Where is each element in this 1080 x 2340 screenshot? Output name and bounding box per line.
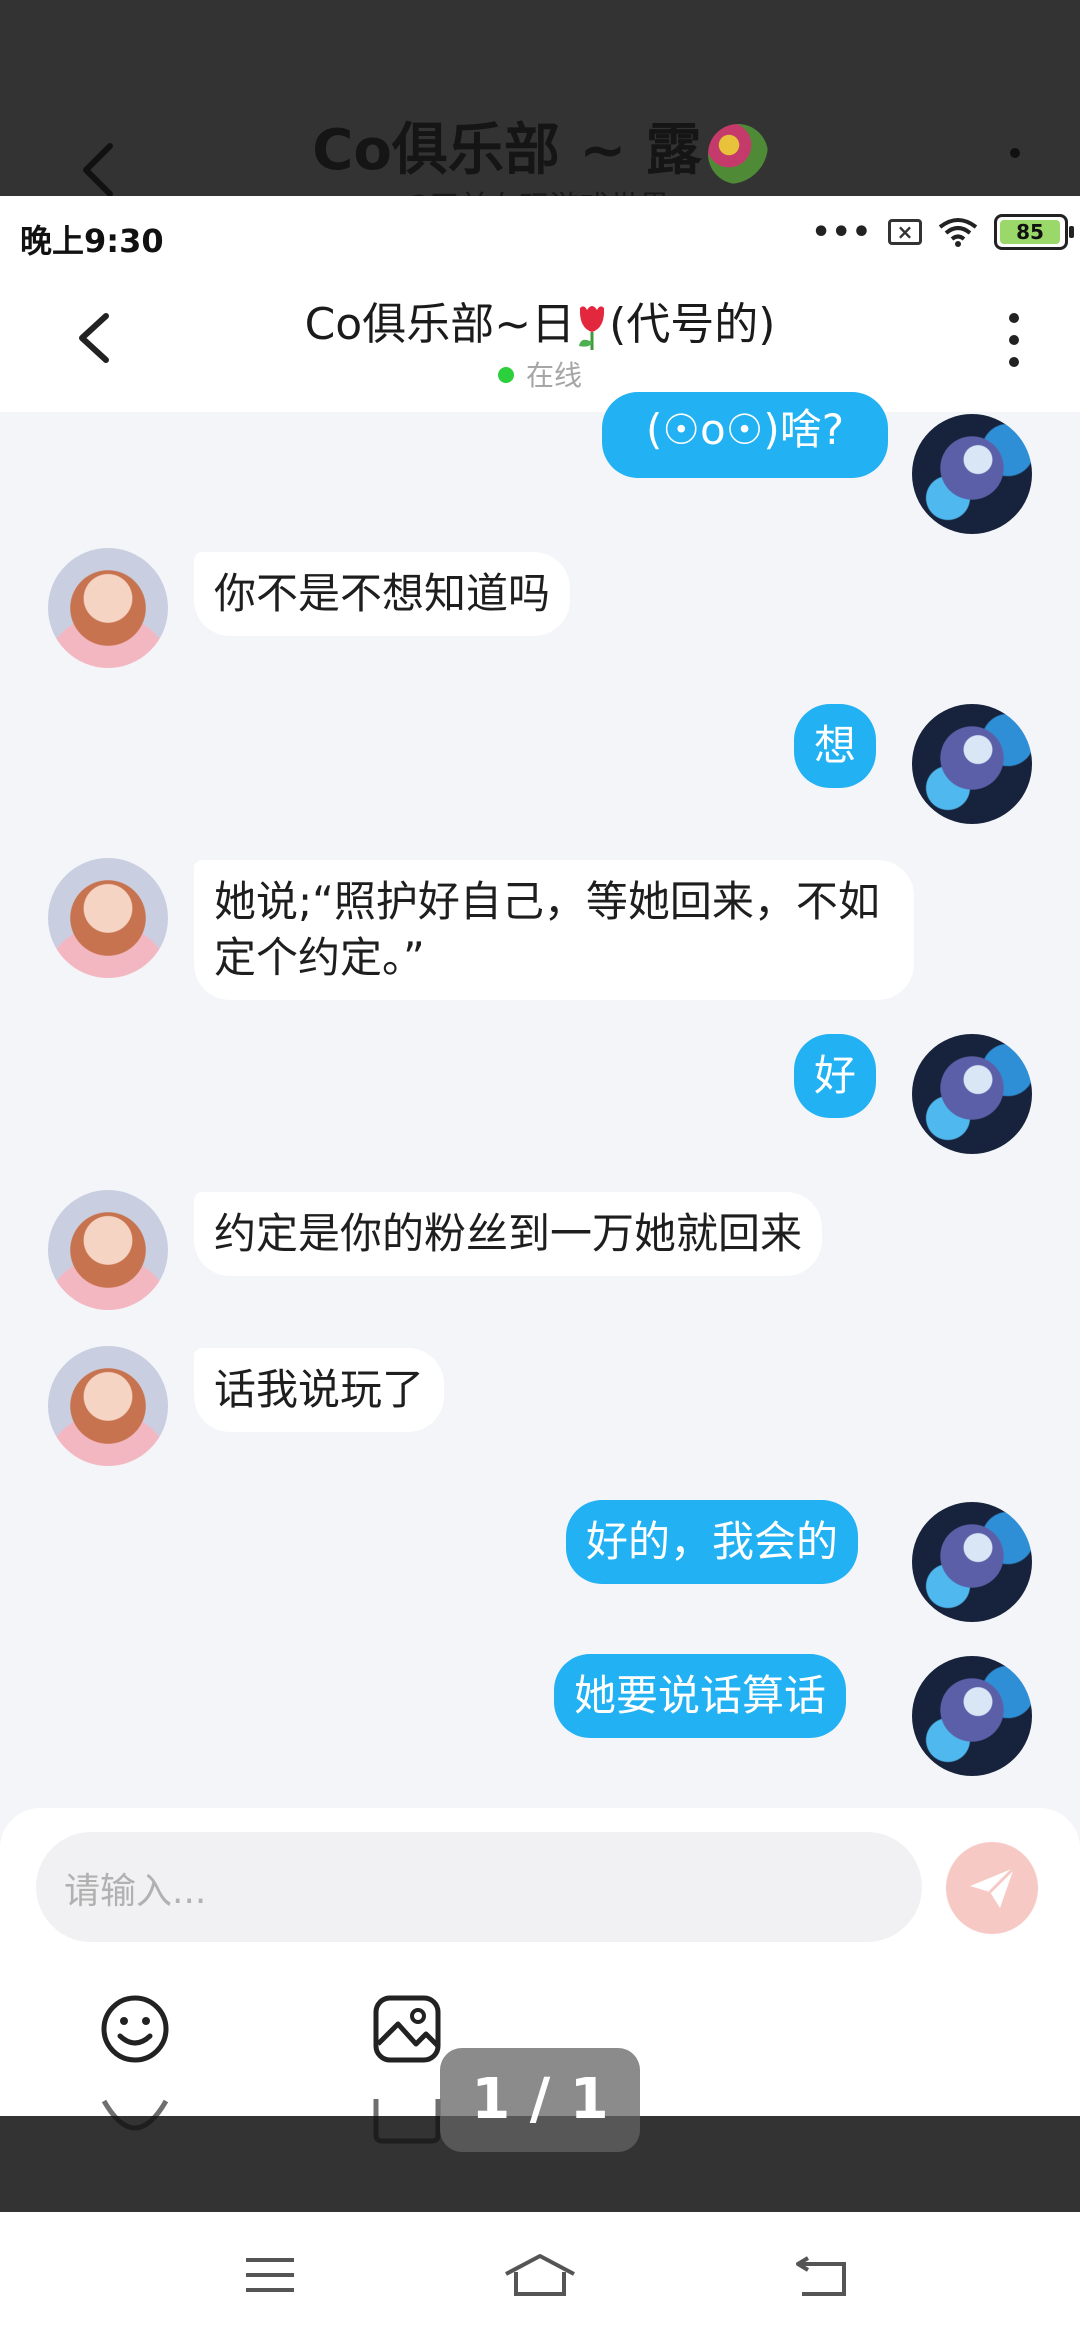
flower-emoji-icon [707, 123, 768, 184]
tulip-emoji-icon [579, 306, 605, 350]
message-bubble-incoming[interactable]: 约定是你的粉丝到一万她就回来 [194, 1192, 823, 1276]
background-subtitle: 2天前在玩游戏世界 [0, 182, 1080, 196]
send-button[interactable] [946, 1842, 1038, 1934]
no-sim-icon: × [888, 219, 922, 245]
message-bubble-outgoing[interactable]: 想 [794, 704, 877, 788]
message-input[interactable]: 请输入... [36, 1832, 922, 1942]
message-bubble-incoming[interactable]: 你不是不想知道吗 [194, 552, 571, 636]
background-emoji-icon [101, 2099, 169, 2131]
battery-icon: 85 [994, 214, 1074, 250]
contact-avatar[interactable] [48, 548, 168, 668]
status-icons: ••• × 85 [811, 210, 1074, 254]
status-bar: 晚上9:30 ••• × 85 [0, 196, 1080, 268]
message-bubble-outgoing[interactable]: (☉o☉)啥? [602, 392, 888, 478]
back-nav-icon[interactable] [792, 2250, 852, 2300]
my-avatar[interactable] [912, 1656, 1032, 1776]
home-nav-icon[interactable] [500, 2250, 580, 2300]
background-title: Co俱乐部 ~ 露 [0, 105, 1080, 186]
system-navigation-bar [0, 2212, 1080, 2340]
image-icon[interactable] [372, 1994, 442, 2064]
battery-level: 85 [1000, 220, 1060, 244]
my-avatar[interactable] [912, 1034, 1032, 1154]
my-avatar[interactable] [912, 1502, 1032, 1622]
message-bubble-outgoing[interactable]: 她要说话算话 [554, 1654, 847, 1738]
message-input-placeholder: 请输入... [64, 1871, 207, 1912]
message-bubble-outgoing[interactable]: 好的，我会的 [566, 1500, 859, 1584]
contact-avatar[interactable] [48, 1346, 168, 1466]
online-status: 在线 [0, 354, 1080, 394]
send-icon [970, 1866, 1016, 1908]
online-dot-icon [497, 367, 514, 383]
message-bubble-incoming[interactable]: 话我说玩了 [194, 1348, 445, 1432]
emoji-icon[interactable] [100, 1994, 170, 2064]
message-bubble-outgoing[interactable]: 好 [794, 1034, 877, 1118]
contact-avatar[interactable] [48, 858, 168, 978]
more-notifications-icon: ••• [811, 214, 872, 250]
message-bubble-incoming[interactable]: 她说;“照护好自己，等她回来，不如定个约定。” [194, 860, 914, 1000]
chat-title: Co俱乐部~日 (代号的) [304, 299, 776, 350]
contact-avatar[interactable] [48, 1190, 168, 1310]
menu-nav-icon[interactable] [240, 2250, 300, 2300]
wifi-icon [938, 218, 978, 247]
background-image-icon [373, 2099, 441, 2144]
status-time: 晚上9:30 [20, 222, 164, 260]
screenshot-image[interactable]: 晚上9:30 ••• × 85 Co俱乐部~日 (代号的) 在线 (☉o☉)啥?… [0, 196, 1080, 2116]
my-avatar[interactable] [912, 414, 1032, 534]
more-options-icon[interactable] [1000, 308, 1028, 372]
my-avatar[interactable] [912, 704, 1032, 824]
chat-header: Co俱乐部~日 (代号的) 在线 [0, 268, 1080, 412]
page-indicator: 1 / 1 [440, 2048, 640, 2152]
